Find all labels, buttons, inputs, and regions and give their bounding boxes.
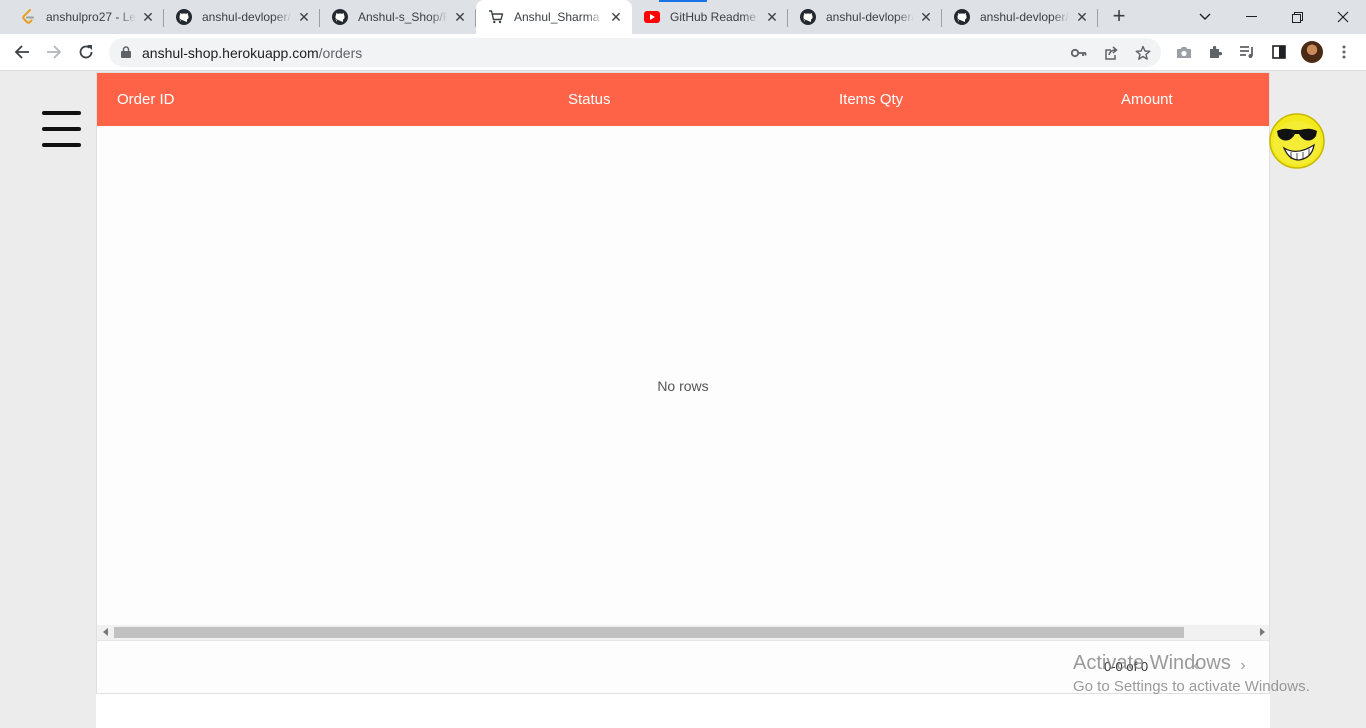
tab-title: anshul-devloper/ [202,10,291,24]
close-icon[interactable]: ✕ [140,9,156,25]
browser-tab-1[interactable]: anshulpro27 - LeetCode ✕ [8,0,164,34]
minimize-button[interactable] [1228,0,1274,34]
browser-tab-5[interactable]: GitHub Readme Stats ✕ [632,0,788,34]
profile-avatar[interactable] [1301,41,1323,63]
close-window-button[interactable] [1320,0,1366,34]
watermark-subtitle: Go to Settings to activate Windows. [1073,678,1310,695]
forward-button[interactable] [40,38,68,66]
tab-title: Anshul-s_Shop/README [358,10,448,24]
tab-strip: anshulpro27 - LeetCode ✕ anshul-devloper… [0,0,1366,34]
browser-tab-3[interactable]: Anshul-s_Shop/README ✕ [320,0,476,34]
page-bottom-area [96,694,1270,728]
tab-search-button[interactable] [1182,0,1228,34]
github-icon [332,9,348,25]
new-tab-button[interactable]: + [1106,5,1132,29]
column-header-status[interactable]: Status [568,91,611,108]
minimize-icon [1245,16,1257,17]
camera-icon[interactable] [1174,42,1194,62]
url-host: anshul-shop.herokuapp.com [142,45,319,61]
column-header-order-id[interactable]: Order ID [117,91,175,108]
arrow-left-icon [14,45,29,59]
close-icon[interactable]: ✕ [296,9,312,25]
more-vert-icon[interactable] [1334,42,1354,62]
browser-tab-4-active[interactable]: Anshul_Sharma - Orders ✕ [476,0,632,34]
cool-smiley-icon[interactable] [1268,112,1326,170]
chevron-down-icon [1199,13,1211,20]
close-icon[interactable]: ✕ [452,9,468,25]
close-icon [1337,11,1349,23]
side-panel-icon[interactable] [1269,42,1289,62]
browser-toolbar: anshul-shop.herokuapp.com/orders [0,34,1366,71]
arrow-right-icon [47,45,62,59]
url-path: /orders [318,45,363,61]
tab-title: anshul-devloper/ [826,10,914,24]
share-icon[interactable] [1102,44,1120,62]
horizontal-scrollbar[interactable] [97,625,1269,640]
close-icon[interactable]: ✕ [608,9,624,25]
url-text: anshul-shop.herokuapp.com/orders [142,45,362,61]
tab-title: anshulpro27 - LeetCode [46,10,136,24]
windows-activation-watermark: Activate Windows Go to Settings to activ… [1073,652,1310,695]
tab-title: Anshul_Sharma - Orders [514,10,604,24]
hamburger-line [42,143,81,147]
tab-separator [1097,9,1098,27]
browser-tab-2[interactable]: anshul-devloper/ ✕ [164,0,320,34]
key-icon[interactable] [1070,44,1088,62]
hamburger-menu-button[interactable] [42,111,81,147]
scrollbar-thumb[interactable] [114,627,1184,638]
column-header-items-qty[interactable]: Items Qty [839,91,903,108]
scroll-left-arrow-icon[interactable] [103,628,108,636]
no-rows-message: No rows [657,378,709,394]
lock-icon [121,46,131,58]
restore-button[interactable] [1274,0,1320,34]
page-content: Order ID Status Items Qty Amount No rows… [0,72,1366,728]
browser-tab-7[interactable]: anshul-devloper/ ✕ [942,0,1098,34]
hamburger-line [42,111,81,115]
close-icon[interactable]: ✕ [1074,9,1090,25]
restore-icon [1291,11,1303,23]
back-button[interactable] [8,38,36,66]
star-icon[interactable] [1134,44,1152,62]
orders-data-grid: Order ID Status Items Qty Amount No rows [96,72,1270,693]
address-bar[interactable]: anshul-shop.herokuapp.com/orders [109,38,1161,67]
cart-icon [488,9,504,25]
close-icon[interactable]: ✕ [764,9,780,25]
tab-title: GitHub Readme Stats [670,10,760,24]
browser-tab-6[interactable]: anshul-devloper/ ✕ [788,0,942,34]
tab-title: anshul-devloper/ [980,10,1069,24]
watermark-title: Activate Windows [1073,652,1231,674]
reload-button[interactable] [72,38,100,66]
leetcode-icon [20,9,36,25]
scroll-right-arrow-icon[interactable] [1260,628,1265,636]
github-icon [954,9,970,25]
github-icon [800,9,816,25]
column-header-amount[interactable]: Amount [1121,91,1173,108]
extensions-icon[interactable] [1206,42,1226,62]
github-icon [176,9,192,25]
media-queue-icon[interactable] [1237,42,1257,62]
close-icon[interactable]: ✕ [918,9,934,25]
youtube-icon [644,9,660,25]
reload-icon [79,45,93,59]
hamburger-line [42,127,81,131]
grid-header: Order ID Status Items Qty Amount [97,73,1269,126]
